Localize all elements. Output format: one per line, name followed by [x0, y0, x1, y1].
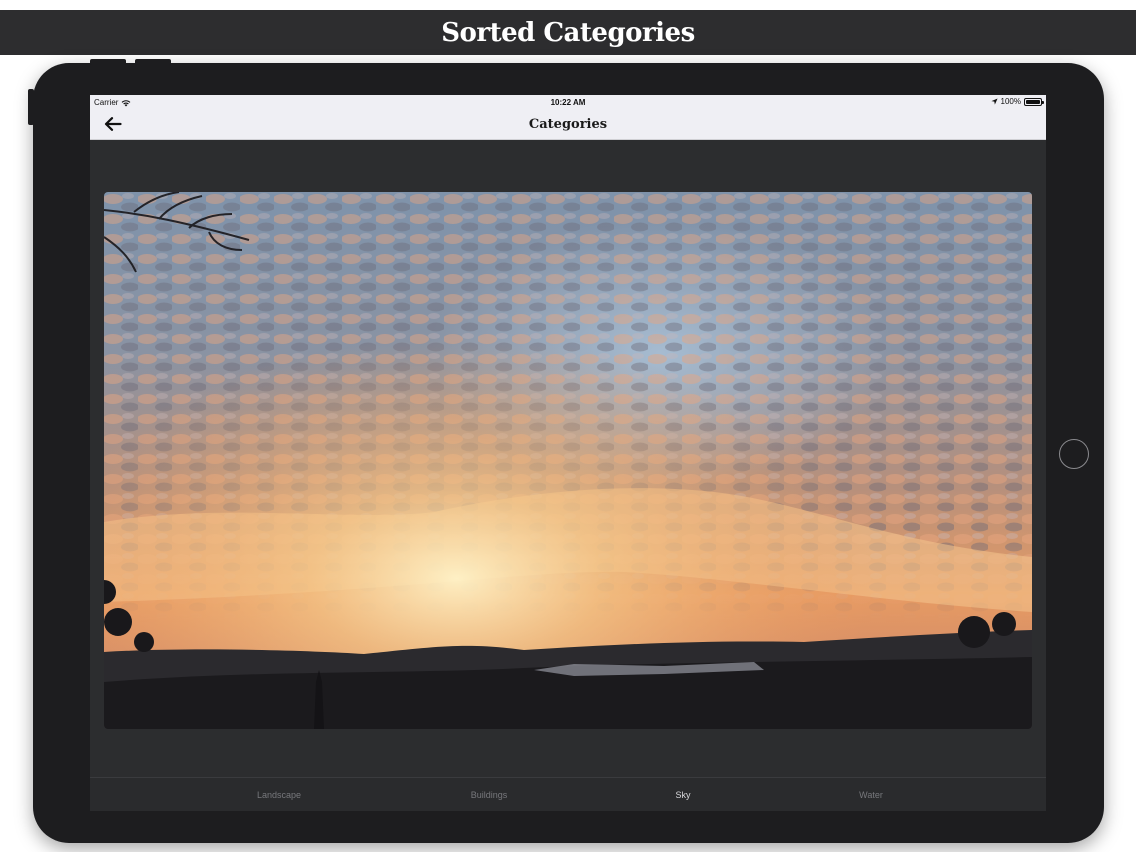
sunset-photo-image [104, 192, 1032, 729]
battery-percentage: 100% [1000, 97, 1021, 106]
nav-title: Categories [528, 117, 608, 132]
home-button[interactable] [1059, 439, 1089, 469]
banner-title: Sorted Categories [441, 17, 695, 48]
category-photo[interactable] [104, 192, 1032, 729]
tab-sky[interactable]: Sky [675, 790, 690, 800]
tab-water[interactable]: Water [859, 790, 883, 800]
status-bar: Carrier 10:22 AM 100% [90, 95, 1046, 109]
battery-icon [1024, 97, 1044, 106]
tab-buildings[interactable]: Buildings [471, 790, 508, 800]
tab-landscape[interactable]: Landscape [257, 790, 301, 800]
location-icon [990, 98, 998, 105]
power-hardware-button [28, 89, 34, 125]
category-tab-bar: Landscape Buildings Sky Water [90, 777, 1046, 811]
tablet-device: Carrier 10:22 AM 100% Categories Landsca… [28, 59, 1104, 843]
battery-fill [1026, 99, 1040, 104]
page-banner: Sorted Categories [0, 10, 1136, 55]
status-right-group: 100% [990, 97, 1044, 106]
volume-down-hardware-button [135, 59, 171, 65]
device-screen: Carrier 10:22 AM 100% Categories Landsca… [90, 95, 1046, 811]
volume-up-hardware-button [90, 59, 126, 65]
navigation-bar: Categories [90, 109, 1046, 140]
status-time: 10:22 AM [550, 98, 586, 107]
